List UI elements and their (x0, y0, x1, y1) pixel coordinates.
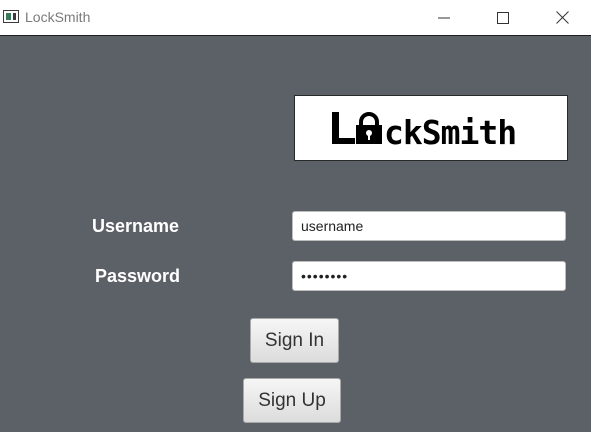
sign-in-button[interactable]: Sign In (250, 318, 339, 363)
logo-wordmark: ckSmith (332, 112, 517, 150)
password-input[interactable] (292, 261, 566, 291)
sign-up-button[interactable]: Sign Up (243, 378, 341, 423)
password-label: Password (95, 266, 181, 286)
close-button[interactable] (539, 0, 585, 35)
maximize-button[interactable] (480, 0, 526, 35)
app-window-icon (3, 10, 19, 23)
close-icon (555, 11, 569, 24)
svg-text:ckSmith: ckSmith (384, 113, 516, 150)
minimize-icon (438, 17, 450, 18)
minimize-button[interactable] (421, 0, 467, 35)
app-window: LockSmith ckSmith Username username Pass… (0, 0, 591, 432)
title-bar: LockSmith (0, 0, 591, 36)
username-input[interactable] (292, 211, 566, 241)
login-panel: ckSmith Username Password Sign In Sign U… (0, 36, 591, 432)
locksmith-logo: ckSmith (294, 95, 568, 161)
maximize-icon (497, 11, 509, 24)
window-title: LockSmith (25, 9, 91, 25)
username-label: Username (92, 216, 180, 236)
padlock-icon (356, 112, 382, 144)
